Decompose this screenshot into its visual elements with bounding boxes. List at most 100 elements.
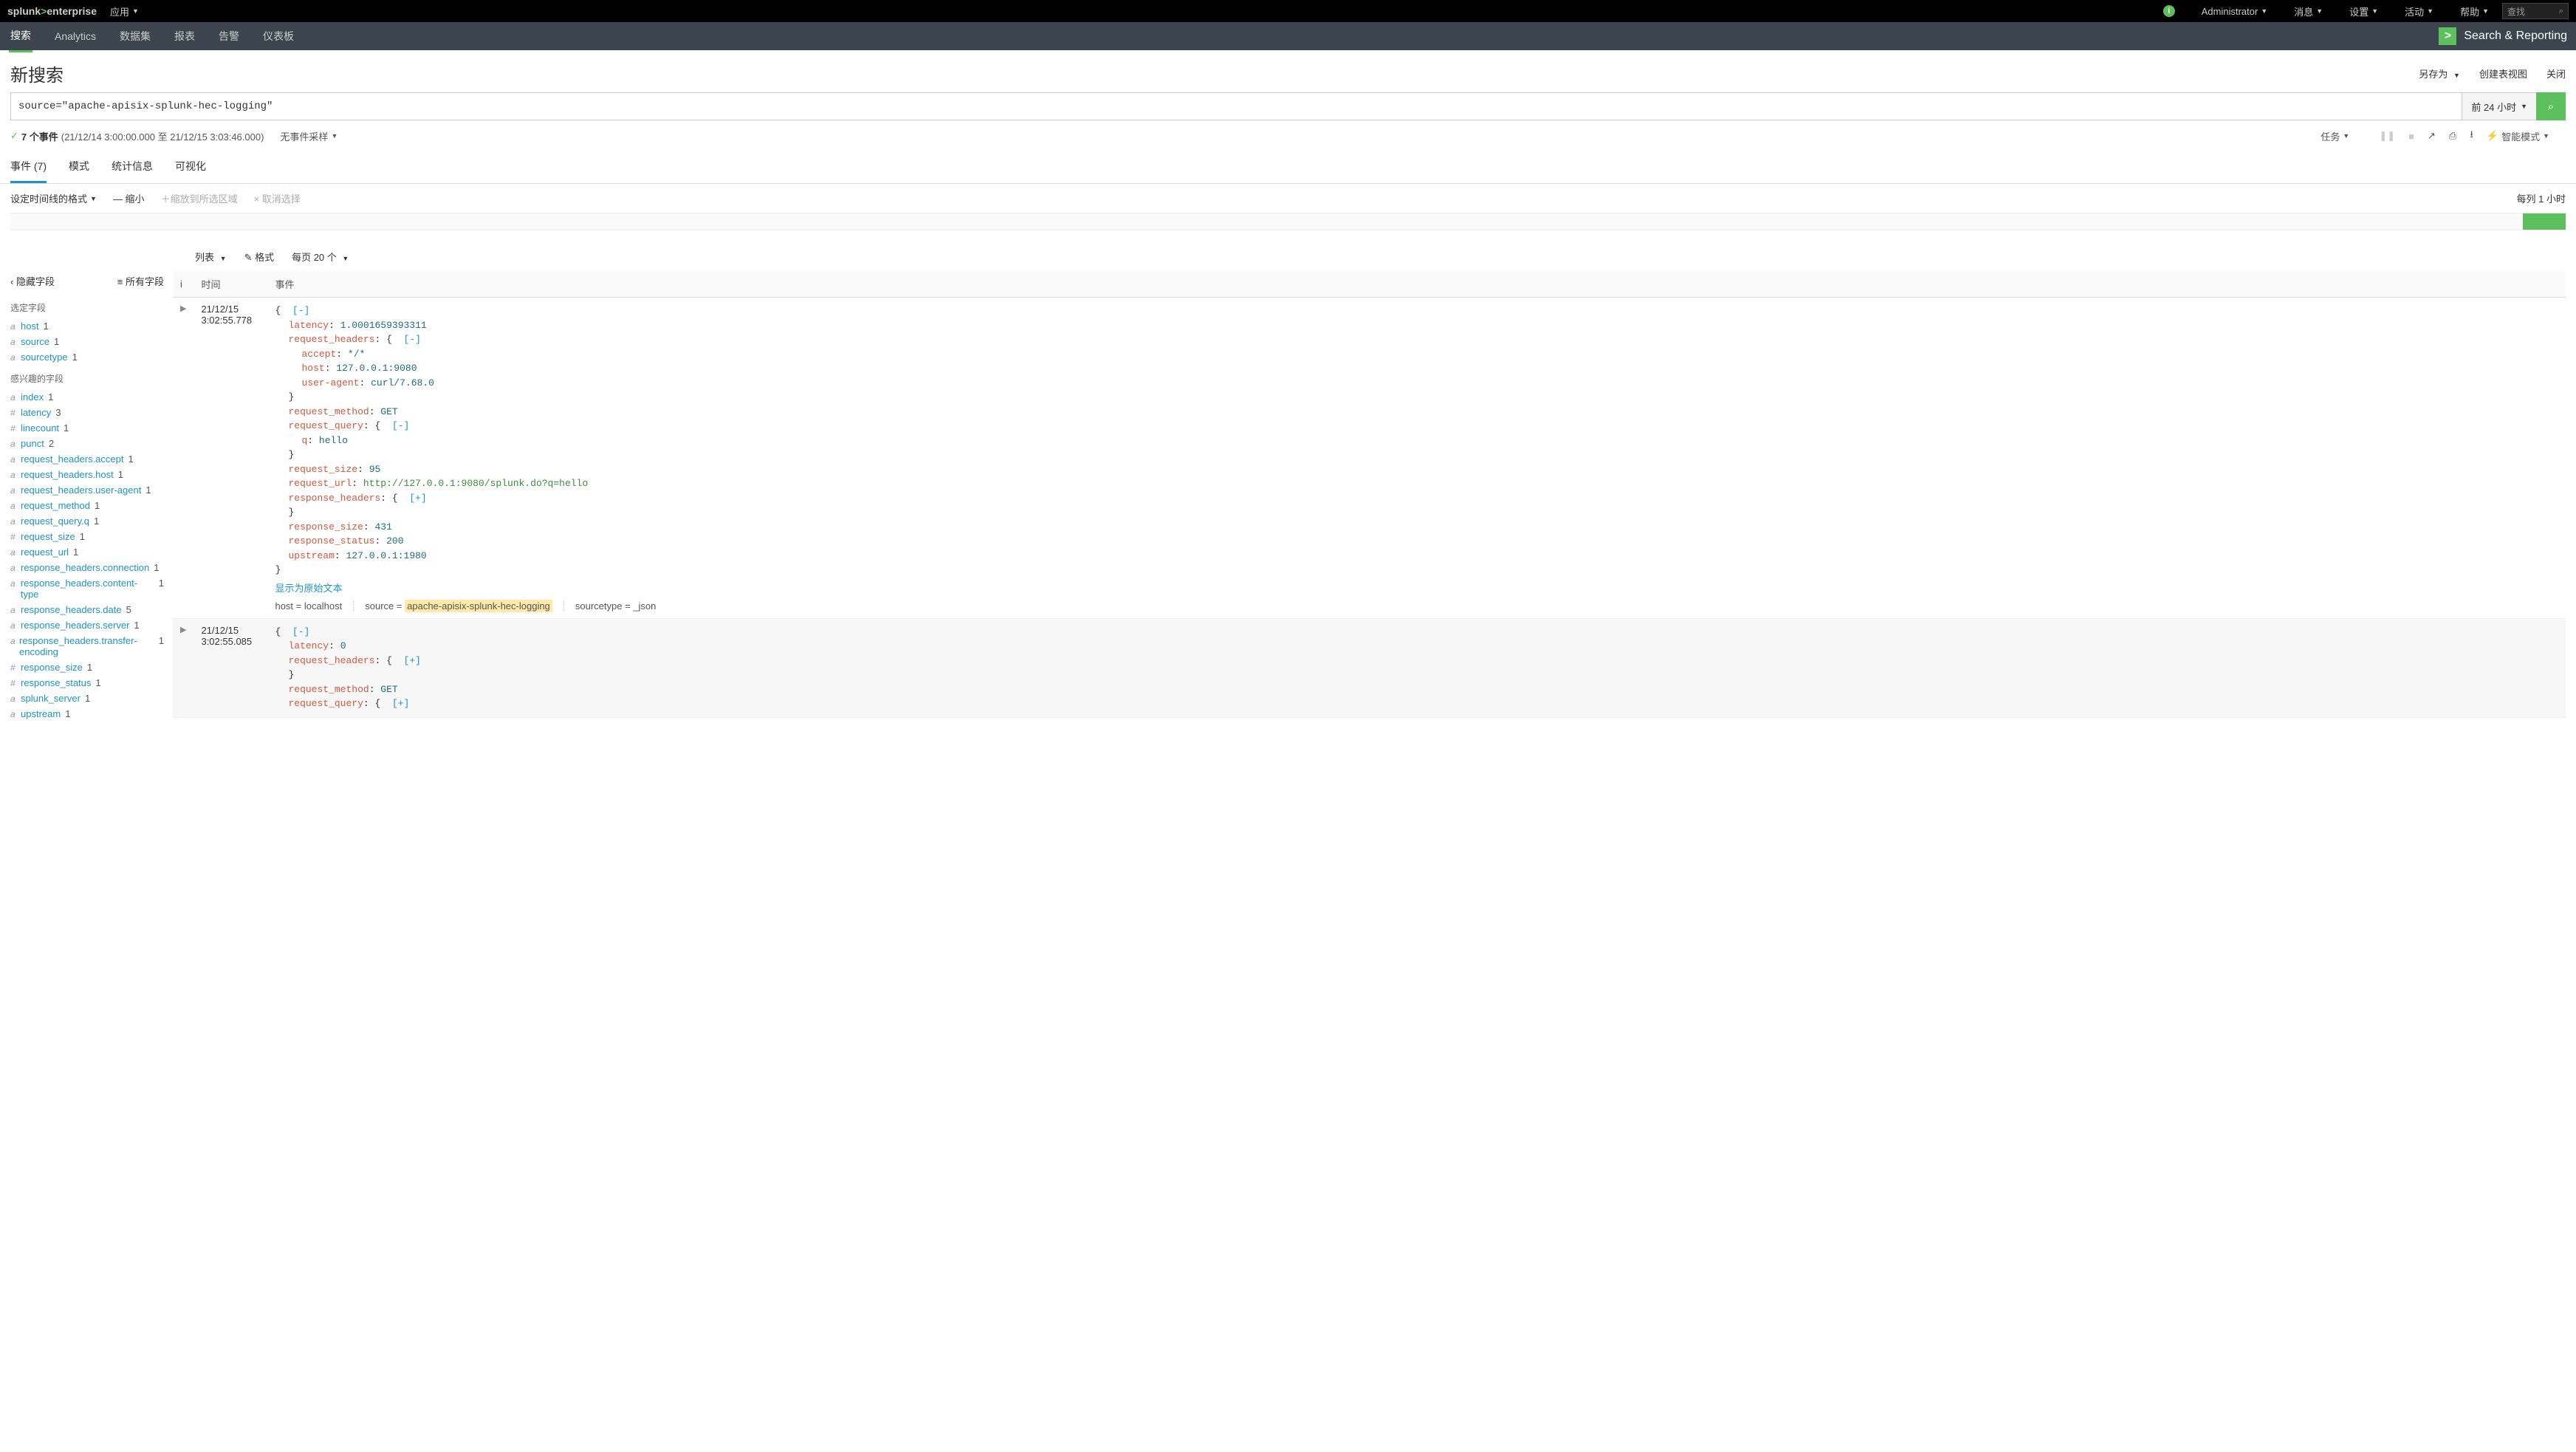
col-info[interactable]: i — [173, 271, 193, 298]
tab-stats[interactable]: 统计信息 — [112, 151, 153, 183]
stop-icon[interactable]: ■ — [2408, 131, 2414, 142]
event-count: 7 个事件 — [21, 129, 58, 143]
collapse-toggle[interactable]: [-] — [292, 626, 309, 637]
messages-menu[interactable]: 消息▼ — [2294, 4, 2323, 18]
app-menu[interactable]: 应用▼ — [110, 4, 139, 18]
collapse-toggle[interactable]: [-] — [392, 420, 409, 431]
search-icon: ⌕ — [2548, 100, 2554, 113]
timeline-format-menu[interactable]: 设定时间线的格式▼ — [10, 191, 97, 205]
field-item[interactable]: asplunk_server1 — [10, 691, 164, 706]
check-icon: ✓ — [10, 130, 18, 142]
expand-toggle[interactable]: ▶ — [173, 298, 193, 619]
tab-events[interactable]: 事件 (7) — [10, 151, 47, 183]
field-item[interactable]: #response_size1 — [10, 660, 164, 675]
col-time[interactable]: 时间 — [193, 271, 267, 298]
list-view-menu[interactable]: 列表 ▼ — [195, 250, 227, 264]
time-range-label: (21/12/14 3:00:00.000 至 21/12/15 3:03:46… — [61, 129, 264, 143]
field-item[interactable]: #request_size1 — [10, 529, 164, 544]
jobs-menu[interactable]: 任务▼ — [2320, 129, 2349, 143]
fields-sidebar: ‹ 隐藏字段 ≡ 所有字段 选定字段 ahost1asource1asource… — [10, 242, 173, 722]
field-item[interactable]: aindex1 — [10, 389, 164, 405]
meta-host[interactable]: localhost — [304, 600, 342, 612]
interesting-fields-header: 感兴趣的字段 — [10, 372, 164, 385]
all-fields-button[interactable]: ≡ 所有字段 — [117, 274, 164, 288]
tab-viz[interactable]: 可视化 — [175, 151, 206, 183]
export-icon[interactable]: ⭳ — [2470, 128, 2473, 144]
field-item[interactable]: arequest_headers.user-agent1 — [10, 482, 164, 498]
field-item[interactable]: arequest_headers.accept1 — [10, 451, 164, 467]
meta-sourcetype[interactable]: _json — [633, 600, 656, 612]
selected-fields-header: 选定字段 — [10, 301, 164, 314]
page-title: 新搜索 — [10, 61, 64, 86]
collapse-toggle[interactable]: [-] — [292, 305, 309, 316]
zoom-in-button: ＋缩放到所选区域 — [161, 191, 238, 205]
page-header: 新搜索 另存为 ▼ 创建表视图 关闭 — [0, 50, 2576, 92]
field-item[interactable]: aresponse_headers.transfer-encoding1 — [10, 633, 164, 660]
info-icon[interactable]: i — [2163, 5, 2175, 17]
event-row: ▶ 21/12/153:02:55.085 { [-] latency: 0 r… — [173, 618, 2566, 717]
field-item[interactable]: asource1 — [10, 334, 164, 349]
event-time: 21/12/153:02:55.778 — [193, 298, 267, 619]
timeline-chart[interactable] — [10, 213, 2566, 230]
nav-reports[interactable]: 报表 — [173, 21, 196, 51]
field-item[interactable]: #response_status1 — [10, 675, 164, 691]
field-item[interactable]: #latency3 — [10, 405, 164, 420]
logo: splunk>enterprise — [7, 5, 97, 17]
event-raw: { [-] latency: 0 request_headers: { [+] … — [267, 618, 2566, 717]
settings-menu[interactable]: 设置▼ — [2349, 4, 2378, 18]
deselect-button: × 取消选择 — [254, 191, 301, 205]
app-logo-icon: > — [2439, 27, 2456, 45]
field-item[interactable]: ahost1 — [10, 318, 164, 334]
search-button[interactable]: ⌕ — [2536, 92, 2566, 120]
help-menu[interactable]: 帮助▼ — [2460, 4, 2489, 18]
close-button[interactable]: 关闭 — [2546, 66, 2566, 81]
nav-search[interactable]: 搜索 — [9, 21, 32, 52]
nav-alerts[interactable]: 告警 — [217, 21, 241, 51]
show-raw-link[interactable]: 显示为原始文本 — [275, 581, 342, 595]
format-menu[interactable]: ✎ 格式 — [244, 250, 275, 264]
nav-dashboards[interactable]: 仪表板 — [261, 21, 295, 51]
activity-menu[interactable]: 活动▼ — [2405, 4, 2433, 18]
expand-toggle[interactable]: [+] — [404, 655, 421, 666]
collapse-toggle[interactable]: [-] — [404, 334, 421, 345]
field-item[interactable]: aresponse_headers.date5 — [10, 602, 164, 617]
event-raw: { [-] latency: 1.0001659393311 request_h… — [267, 298, 2566, 619]
admin-menu[interactable]: Administrator▼ — [2202, 6, 2268, 17]
field-item[interactable]: #linecount1 — [10, 420, 164, 436]
expand-toggle[interactable]: [+] — [392, 698, 409, 709]
time-range-picker[interactable]: 前 24 小时▼ — [2462, 92, 2536, 120]
create-table-view[interactable]: 创建表视图 — [2479, 66, 2527, 81]
search-query-input[interactable] — [10, 92, 2462, 120]
expand-toggle[interactable]: ▶ — [173, 618, 193, 717]
search-bar: 前 24 小时▼ ⌕ — [0, 92, 2576, 126]
field-item[interactable]: aresponse_headers.content-type1 — [10, 575, 164, 602]
save-as-menu[interactable]: 另存为 ▼ — [2419, 66, 2460, 81]
nav-datasets[interactable]: 数据集 — [118, 21, 152, 51]
field-item[interactable]: aresponse_headers.connection1 — [10, 560, 164, 575]
per-page-menu[interactable]: 每页 20 个 ▼ — [292, 250, 349, 264]
field-item[interactable]: arequest_method1 — [10, 498, 164, 513]
pause-icon[interactable]: ❚❚ — [2379, 130, 2395, 142]
global-nav: splunk>enterprise 应用▼ i Administrator▼ 消… — [0, 0, 2576, 22]
print-icon[interactable]: ⎙ — [2449, 130, 2456, 142]
nav-analytics[interactable]: Analytics — [53, 23, 97, 49]
field-item[interactable]: aupstream1 — [10, 706, 164, 722]
hide-fields-button[interactable]: ‹ 隐藏字段 — [10, 274, 55, 288]
field-item[interactable]: arequest_url1 — [10, 544, 164, 560]
field-item[interactable]: apunct2 — [10, 436, 164, 451]
event-row: ▶ 21/12/153:02:55.778 { [-] latency: 1.0… — [173, 298, 2566, 619]
expand-toggle[interactable]: [+] — [409, 493, 426, 504]
field-item[interactable]: arequest_headers.host1 — [10, 467, 164, 482]
search-mode-menu[interactable]: ⚡智能模式▼ — [2487, 129, 2549, 143]
field-item[interactable]: arequest_query.q1 — [10, 513, 164, 529]
share-icon[interactable]: ↗ — [2428, 130, 2436, 142]
tab-patterns[interactable]: 模式 — [69, 151, 89, 183]
col-event[interactable]: 事件 — [267, 271, 2566, 298]
timeline-controls: 设定时间线的格式▼ — 缩小 ＋缩放到所选区域 × 取消选择 每列 1 小时 — [0, 184, 2576, 213]
meta-source[interactable]: apache-apisix-splunk-hec-logging — [405, 600, 552, 612]
field-item[interactable]: aresponse_headers.server1 — [10, 617, 164, 633]
find-input[interactable]: 查找⌕ — [2502, 3, 2569, 19]
sampling-menu[interactable]: 无事件采样▼ — [280, 129, 338, 143]
zoom-out-button[interactable]: — 缩小 — [113, 191, 145, 205]
field-item[interactable]: asourcetype1 — [10, 349, 164, 365]
